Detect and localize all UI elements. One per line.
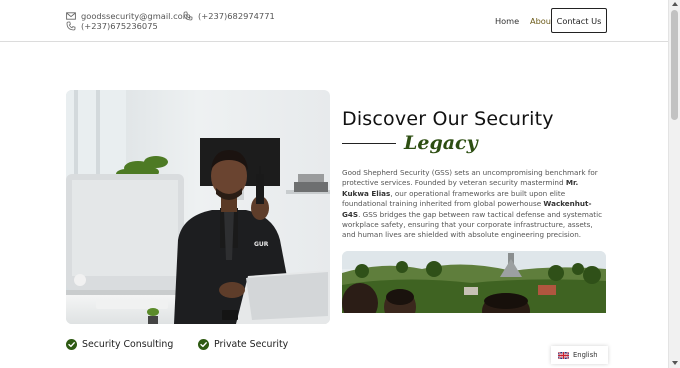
language-switcher[interactable]: English — [551, 346, 608, 364]
team-landscape-photo — [342, 251, 606, 313]
service-item-private-security: Private Security — [198, 339, 288, 350]
email-text[interactable]: goodssecurity@gmail.com — [81, 11, 191, 21]
intro-text-3: . GSS bridges the gap between raw tactic… — [342, 209, 603, 240]
phone-secondary-contact[interactable]: (+237)675236075 — [66, 21, 158, 31]
section-title: Discover Our Security — [342, 108, 554, 130]
header-bar: goodssecurity@gmail.com (+237)682974771 … — [0, 0, 668, 42]
jacket-text: GUR — [254, 241, 269, 248]
service-label: Security Consulting — [82, 339, 174, 350]
service-row-clipped — [66, 363, 266, 368]
service-item-consulting: Security Consulting — [66, 339, 173, 350]
check-circle-icon — [198, 339, 209, 350]
mail-icon — [66, 11, 76, 21]
title-divider — [342, 143, 396, 144]
section-subtitle: Legacy — [404, 132, 478, 154]
intro-paragraph: Good Shepherd Security (GSS) sets an unc… — [342, 168, 607, 241]
nav-home-link[interactable]: Home — [495, 16, 519, 26]
email-contact[interactable]: goodssecurity@gmail.com — [66, 11, 191, 21]
scroll-up-arrow-icon[interactable] — [672, 2, 678, 6]
phone-primary-contact[interactable]: (+237)682974771 — [183, 11, 275, 21]
page-scrollbar[interactable] — [668, 0, 680, 368]
phone-icon — [183, 11, 193, 21]
phone-primary-text[interactable]: (+237)682974771 — [198, 11, 275, 21]
scroll-down-arrow-icon[interactable] — [672, 361, 678, 365]
contact-us-button[interactable]: Contact Us — [551, 8, 607, 33]
intro-text-1: Good Shepherd Security (GSS) sets an unc… — [342, 168, 598, 188]
phone-secondary-text[interactable]: (+237)675236075 — [81, 21, 158, 31]
service-label: Private Security — [214, 339, 289, 350]
language-label[interactable]: English — [573, 351, 598, 359]
uk-flag-icon — [557, 350, 570, 360]
scroll-thumb[interactable] — [671, 10, 678, 120]
check-circle-icon — [66, 339, 77, 350]
security-officer-photo: GUR — [66, 90, 330, 324]
phone-icon — [66, 21, 76, 31]
